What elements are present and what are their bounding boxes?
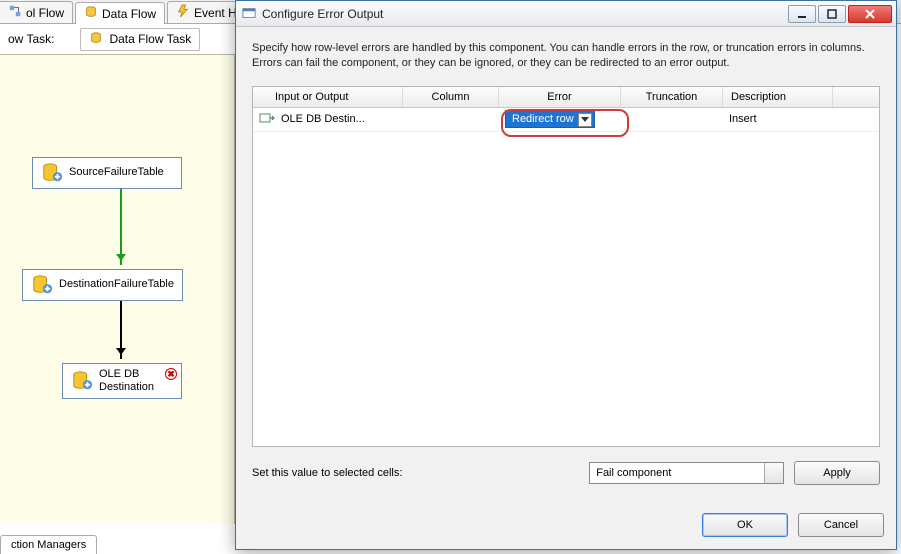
col-truncation[interactable]: Truncation bbox=[621, 87, 723, 107]
table-row[interactable]: OLE DB Destin... Redirect row Insert bbox=[253, 108, 879, 132]
db-source-icon bbox=[41, 162, 63, 184]
design-canvas[interactable]: SourceFailureTable DestinationFailureTab… bbox=[0, 54, 235, 524]
set-value-label: Set this value to selected cells: bbox=[252, 467, 402, 479]
grid-header: Input or Output Column Error Truncation … bbox=[253, 87, 879, 108]
node-source-label: SourceFailureTable bbox=[69, 166, 164, 179]
close-button[interactable] bbox=[848, 5, 892, 23]
data-flow-task-icon bbox=[89, 31, 103, 48]
cancel-button[interactable]: Cancel bbox=[798, 513, 884, 537]
row-name: OLE DB Destin... bbox=[281, 113, 365, 125]
error-dropdown-value: Redirect row bbox=[512, 113, 574, 125]
connection-managers-label: ction Managers bbox=[11, 539, 86, 551]
dialog-app-icon bbox=[242, 6, 258, 22]
col-description[interactable]: Description bbox=[723, 87, 833, 107]
node-destination[interactable]: DestinationFailureTable bbox=[22, 269, 183, 301]
control-flow-icon bbox=[8, 4, 22, 21]
ok-button[interactable]: OK bbox=[702, 513, 788, 537]
error-dropdown[interactable]: Redirect row bbox=[505, 110, 595, 128]
row-description: Insert bbox=[723, 113, 833, 125]
node-destination-label: DestinationFailureTable bbox=[59, 278, 174, 291]
row-error-cell[interactable]: Redirect row bbox=[499, 110, 621, 128]
error-grid[interactable]: Input or Output Column Error Truncation … bbox=[252, 86, 880, 447]
node-oledb-label: OLE DB Destination bbox=[99, 368, 154, 394]
dialog-title: Configure Error Output bbox=[262, 7, 786, 21]
arrow-black bbox=[120, 301, 122, 359]
node-oledb-destination[interactable]: OLE DB Destination ✖ bbox=[62, 363, 182, 399]
tab-data-flow-label: Data Flow bbox=[102, 7, 156, 21]
data-flow-icon bbox=[84, 5, 98, 22]
tab-data-flow[interactable]: Data Flow bbox=[75, 2, 165, 24]
col-column[interactable]: Column bbox=[403, 87, 499, 107]
col-input-output[interactable]: Input or Output bbox=[253, 87, 403, 107]
tab-control-flow[interactable]: ol Flow bbox=[0, 1, 73, 23]
task-selector[interactable]: Data Flow Task bbox=[80, 28, 200, 51]
error-badge-icon: ✖ bbox=[165, 368, 177, 380]
breadcrumb-label: ow Task: bbox=[8, 32, 54, 46]
tab-connection-managers[interactable]: ction Managers bbox=[0, 535, 97, 554]
maximize-button[interactable] bbox=[818, 5, 846, 23]
chevron-down-icon bbox=[770, 471, 778, 480]
chevron-down-icon[interactable] bbox=[578, 113, 592, 127]
apply-button[interactable]: Apply bbox=[794, 461, 880, 485]
dialog-description: Specify how row-level errors are handled… bbox=[252, 41, 880, 72]
minimize-button[interactable] bbox=[788, 5, 816, 23]
db-oledb-icon bbox=[71, 370, 93, 392]
event-handlers-icon bbox=[176, 4, 190, 21]
set-value-combo[interactable]: Fail component bbox=[589, 462, 784, 484]
titlebar[interactable]: Configure Error Output bbox=[236, 1, 896, 27]
configure-error-output-dialog: Configure Error Output Specify how row-l… bbox=[235, 0, 897, 550]
arrow-green bbox=[120, 189, 122, 265]
db-dest-icon bbox=[31, 274, 53, 296]
node-source[interactable]: SourceFailureTable bbox=[32, 157, 182, 189]
set-value-combo-text: Fail component bbox=[596, 467, 671, 479]
col-error[interactable]: Error bbox=[499, 87, 621, 107]
row-dest-icon bbox=[259, 110, 275, 129]
task-name: Data Flow Task bbox=[109, 32, 191, 46]
tab-control-flow-label: ol Flow bbox=[26, 6, 64, 20]
